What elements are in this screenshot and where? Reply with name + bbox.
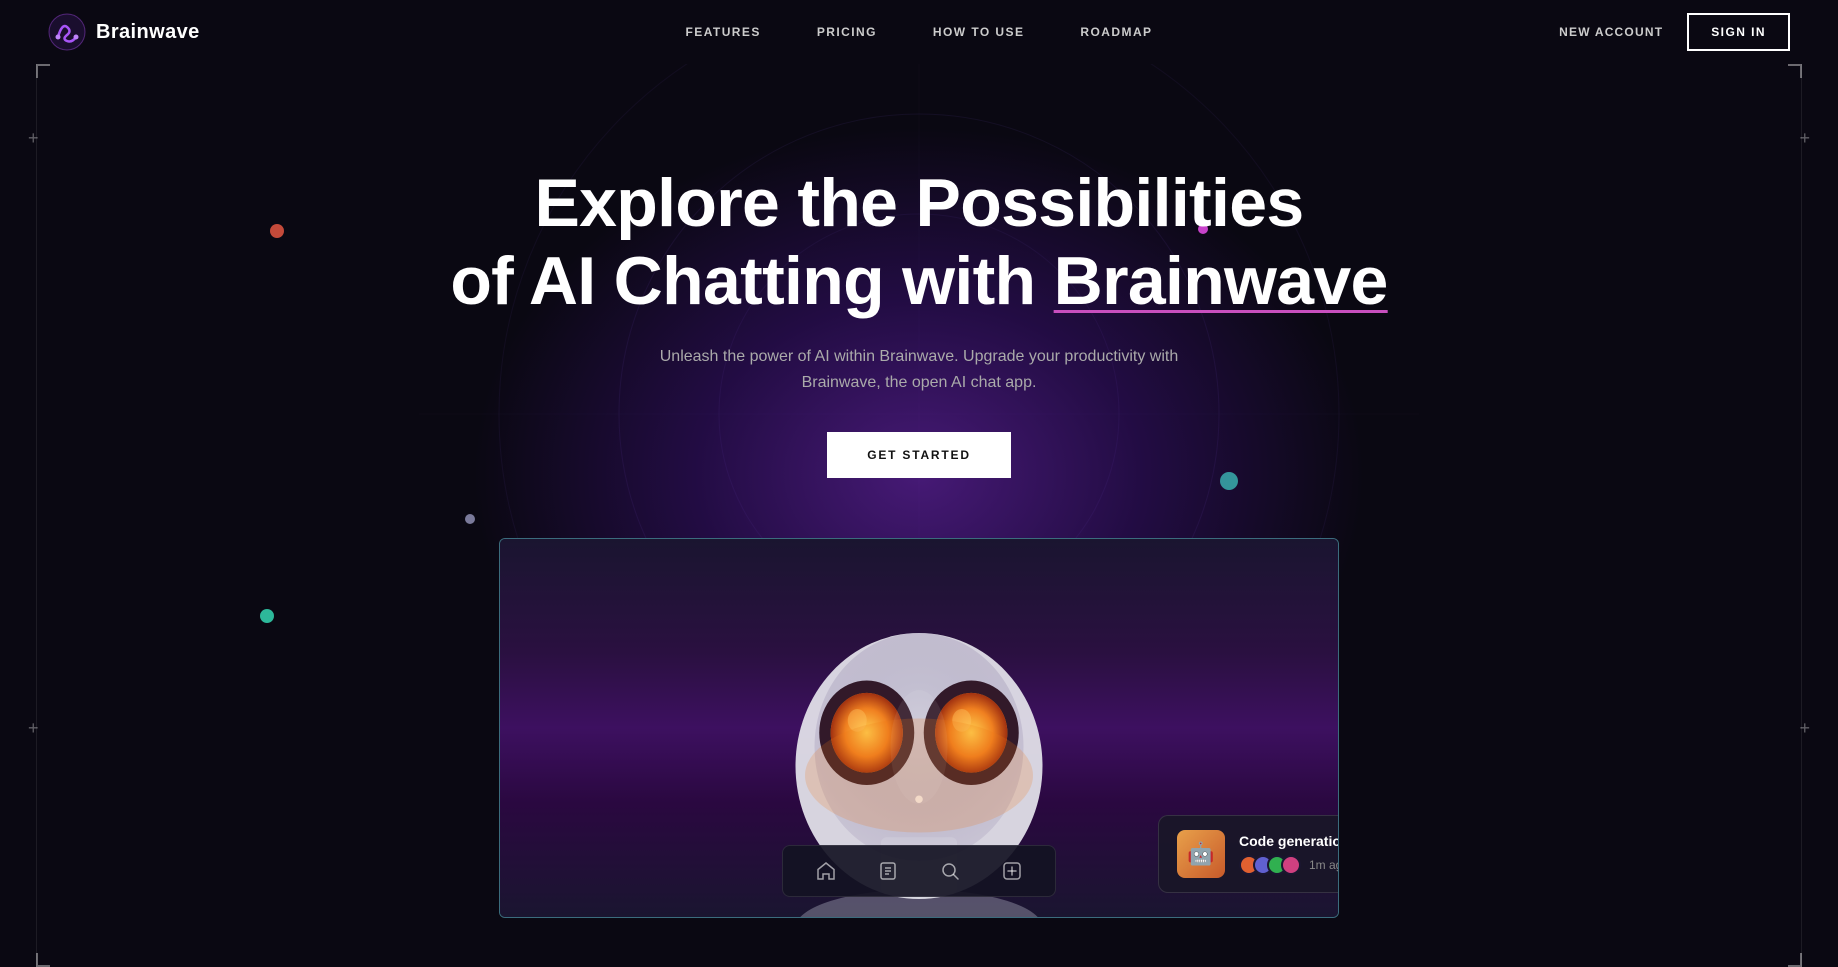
orb-green1 — [260, 609, 274, 623]
plus-bl: + — [28, 719, 39, 737]
new-account-link[interactable]: NEW ACCOUNT — [1559, 25, 1663, 39]
hero-title: Explore the Possibilities of AI Chatting… — [450, 164, 1387, 320]
orb-gray — [465, 514, 475, 524]
hero-section: + + + + Explore the Possibilities of AI … — [0, 64, 1838, 967]
avatar-4 — [1281, 855, 1301, 875]
corner-bl — [36, 953, 50, 967]
hero-title-line1: Explore the Possibilities — [534, 165, 1303, 241]
toolbar-add-icon[interactable] — [1001, 860, 1023, 882]
hero-subtitle: Unleash the power of AI within Brainwave… — [639, 344, 1199, 395]
code-gen-time: 1m ago — [1309, 858, 1339, 872]
code-gen-meta: 1m ago — [1239, 855, 1339, 875]
nav-link-pricing[interactable]: PRICING — [817, 25, 877, 39]
preview-toolbar — [782, 845, 1056, 897]
code-gen-card: 🤖 Code generation 1m ago — [1158, 815, 1339, 893]
logo-text: Brainwave — [96, 21, 200, 44]
plus-br: + — [1799, 719, 1810, 737]
toolbar-note-icon[interactable] — [877, 860, 899, 882]
nav-links: FEATURES PRICING HOW TO USE ROADMAP — [686, 25, 1153, 39]
logo[interactable]: Brainwave — [48, 13, 200, 51]
plus-tl: + — [28, 129, 39, 147]
corner-tl — [36, 64, 50, 78]
hero-title-pre-brand: of AI Chatting with — [450, 243, 1035, 319]
toolbar-search-icon[interactable] — [939, 860, 961, 882]
nav-link-roadmap[interactable]: ROADMAP — [1080, 25, 1152, 39]
sign-in-button[interactable]: SIGN IN — [1687, 13, 1790, 51]
logo-icon — [48, 13, 86, 51]
corner-tr — [1788, 64, 1802, 78]
code-gen-avatars — [1239, 855, 1301, 875]
hero-title-line2: of AI Chatting with Brainwave — [450, 242, 1387, 320]
nav-link-how-to-use[interactable]: HOW TO USE — [933, 25, 1025, 39]
code-gen-info: Code generation 1m ago — [1239, 833, 1339, 875]
code-gen-title: Code generation — [1239, 833, 1339, 849]
nav-link-features[interactable]: FEATURES — [686, 25, 761, 39]
toolbar-home-icon[interactable] — [815, 860, 837, 882]
nav-right: NEW ACCOUNT SIGN IN — [1559, 13, 1790, 51]
navigation: Brainwave FEATURES PRICING HOW TO USE RO… — [0, 0, 1838, 64]
code-gen-thumbnail: 🤖 — [1177, 830, 1225, 878]
hero-brand: Brainwave — [1054, 243, 1388, 319]
preview-container: 🤖 Code generation 1m ago — [499, 538, 1339, 918]
plus-tr: + — [1799, 129, 1810, 147]
get-started-button[interactable]: GET STARTED — [827, 432, 1011, 478]
corner-br — [1788, 953, 1802, 967]
hero-content: Explore the Possibilities of AI Chatting… — [250, 164, 1587, 478]
